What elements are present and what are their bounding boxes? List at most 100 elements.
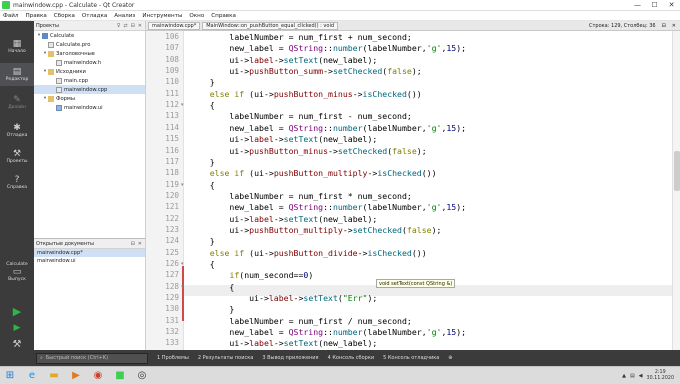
projects-panel: Проекты ⊽ ⇄ ⊟ ✕ ▾ Calculate Calculate.pr… — [34, 21, 146, 238]
network-icon[interactable]: ▤ — [630, 373, 635, 379]
code-line[interactable]: ui->pushButton_summ->setChecked(false); — [190, 66, 421, 76]
pane-compile-output[interactable]: 4 Консоль сборки — [328, 355, 375, 361]
code-line[interactable]: new_label = QString::number(labelNumber,… — [190, 202, 466, 212]
menu-analyze[interactable]: Анализ — [114, 13, 135, 19]
mode-editor[interactable]: ▤ Редактор — [0, 63, 34, 86]
qt-creator-taskbar-icon[interactable]: ■ — [110, 368, 130, 384]
tree-item-pro[interactable]: Calculate.pro — [34, 40, 145, 49]
pane-debugger-console[interactable]: 5 Консоль отладчика — [383, 355, 439, 361]
mode-projects[interactable]: ⚒ Проекты — [0, 145, 34, 168]
ui-file-icon — [56, 104, 62, 111]
tree-item-main-cpp[interactable]: main.cpp — [34, 76, 145, 85]
code-line[interactable]: ui->label->setText("Err"); — [190, 293, 377, 303]
code-line[interactable]: ui->label->setText(new_label); — [190, 214, 377, 224]
tree-item-mainwindow-h[interactable]: mainwindow.h — [34, 58, 145, 67]
file-selector[interactable]: mainwindow.cpp* — [148, 21, 201, 30]
tree-item-headers[interactable]: ▾ Заголовочные — [34, 49, 145, 58]
close-icon[interactable]: ✕ — [672, 23, 676, 29]
start-button[interactable]: ⊞ — [0, 368, 20, 384]
obs-icon[interactable]: ◎ — [132, 368, 152, 384]
open-doc-item[interactable]: mainwindow.ui — [34, 257, 145, 265]
cpp-file-icon — [56, 86, 62, 93]
menu-help[interactable]: Справка — [211, 13, 236, 19]
volume-icon[interactable]: ◀ — [639, 373, 643, 379]
qt-creator-app-icon — [2, 1, 10, 9]
code-line[interactable]: ui->label->setText(new_label); — [190, 55, 377, 65]
code-line[interactable]: ui->pushButton_minus->setChecked(false); — [190, 146, 426, 156]
build-button[interactable]: ⚒ — [10, 339, 24, 351]
line-number: 120 — [165, 190, 179, 200]
debug-run-button[interactable]: ▶ — [10, 322, 24, 334]
code-line[interactable]: new_label = QString::number(labelNumber,… — [190, 327, 466, 337]
code-line[interactable]: { — [190, 282, 234, 292]
code-line[interactable]: ui->label->setText(new_label); — [190, 134, 377, 144]
cursor-position[interactable]: Строка: 129, Столбец: 36 — [589, 23, 656, 29]
tree-item-sources[interactable]: ▾ Исходники — [34, 67, 145, 76]
code-line[interactable]: ui->pushButton_multiply->setChecked(fals… — [190, 225, 441, 235]
clock[interactable]: 2:19 30.11.2020 — [647, 370, 674, 382]
pane-app-output[interactable]: 3 Вывод приложения — [262, 355, 318, 361]
mode-help[interactable]: ? Справка — [0, 171, 34, 194]
code-line[interactable]: labelNumber = num_first * num_second; — [190, 191, 411, 201]
code-line[interactable]: labelNumber = num_first + num_second; — [190, 32, 411, 42]
close-icon[interactable]: ✕ — [138, 241, 142, 247]
code-line[interactable]: } — [190, 157, 215, 167]
split-icon[interactable]: ⊟ — [131, 23, 135, 29]
code-editor[interactable]: 106 107 108 109 110 111 112 ▾ 113 114 115 116 117 118… — [146, 31, 680, 350]
code-line[interactable]: { — [190, 259, 215, 269]
minimize-button[interactable]: — — [629, 0, 646, 11]
code-line[interactable]: } — [190, 236, 215, 246]
code-line[interactable]: else if (ui->pushButton_minus->isChecked… — [190, 89, 422, 99]
scrollbar-thumb[interactable] — [674, 151, 680, 191]
code-line[interactable]: { — [190, 180, 215, 190]
pane-issues[interactable]: 1 Проблемы — [157, 355, 189, 361]
chrome-icon[interactable]: ◉ — [88, 368, 108, 384]
code-line[interactable]: labelNumber = num_first - num_second; — [190, 111, 411, 121]
symbol-selector[interactable]: MainWindow::on_pushButton_equal_clicked(… — [202, 21, 339, 30]
code-line[interactable]: } — [190, 304, 234, 314]
tree-item-mainwindow-cpp[interactable]: mainwindow.cpp — [34, 85, 145, 94]
tree-item-mainwindow-ui[interactable]: mainwindow.ui — [34, 103, 145, 112]
mode-welcome[interactable]: ▦ Начало — [0, 35, 34, 58]
maximize-button[interactable]: ☐ — [646, 0, 663, 11]
link-icon[interactable]: ⇄ — [123, 23, 127, 29]
mode-debug[interactable]: ✱ Отладка — [0, 119, 34, 142]
filter-icon[interactable]: ⊽ — [117, 23, 121, 29]
close-button[interactable]: ✕ — [663, 0, 680, 11]
tray-chevron-icon[interactable]: ▲ — [622, 373, 626, 379]
code-line[interactable]: else if (ui->pushButton_multiply->isChec… — [190, 168, 437, 178]
menu-file[interactable]: Файл — [3, 13, 18, 19]
explorer-icon[interactable]: ▬ — [44, 368, 64, 384]
menu-tools[interactable]: Инструменты — [142, 13, 182, 19]
media-player-icon[interactable]: ▶ — [66, 368, 86, 384]
close-icon[interactable]: ✕ — [138, 23, 142, 29]
menu-build[interactable]: Сборка — [54, 13, 75, 19]
code-line[interactable]: ui->label->setText(new_label); — [190, 338, 377, 348]
mode-design[interactable]: ✎ Дизайн — [0, 91, 34, 114]
code-area[interactable]: labelNumber = num_first + num_second; ne… — [184, 31, 680, 350]
menu-debug[interactable]: Отладка — [82, 13, 107, 19]
code-line[interactable]: new_label = QString::number(labelNumber,… — [190, 123, 466, 133]
run-button[interactable]: ▶ — [10, 306, 24, 318]
code-line[interactable]: if(num_second==0) — [190, 270, 313, 280]
vertical-scrollbar[interactable] — [672, 31, 680, 350]
split-icon[interactable]: ⊟ — [131, 241, 135, 247]
code-line[interactable]: else if (ui->pushButton_divide->isChecke… — [190, 248, 427, 258]
code-line[interactable]: { — [190, 100, 215, 110]
line-number: 133 — [165, 338, 179, 348]
kit-selector[interactable]: Calculate ▭ Выпуск — [0, 257, 34, 287]
code-line[interactable]: } — [190, 77, 215, 87]
menu-edit[interactable]: Правка — [25, 13, 46, 19]
open-doc-item[interactable]: mainwindow.cpp* — [34, 249, 145, 257]
help-icon: ? — [14, 175, 20, 185]
locator-input[interactable]: ⌕ Быстрый поиск (Ctrl+K) — [36, 352, 148, 364]
tree-item-forms[interactable]: ▾ Формы — [34, 94, 145, 103]
tree-item-project[interactable]: ▾ Calculate — [34, 31, 145, 40]
ie-icon[interactable]: e — [22, 368, 42, 384]
menu-window[interactable]: Окно — [189, 13, 204, 19]
pane-search-results[interactable]: 2 Результаты поиска — [198, 355, 253, 361]
code-line[interactable]: new_label = QString::number(labelNumber,… — [190, 43, 466, 53]
more-panes-button[interactable]: ⊕ — [448, 355, 452, 361]
code-line[interactable]: labelNumber = num_first / num_second; — [190, 316, 411, 326]
split-icon[interactable]: ⊟ — [662, 23, 666, 29]
